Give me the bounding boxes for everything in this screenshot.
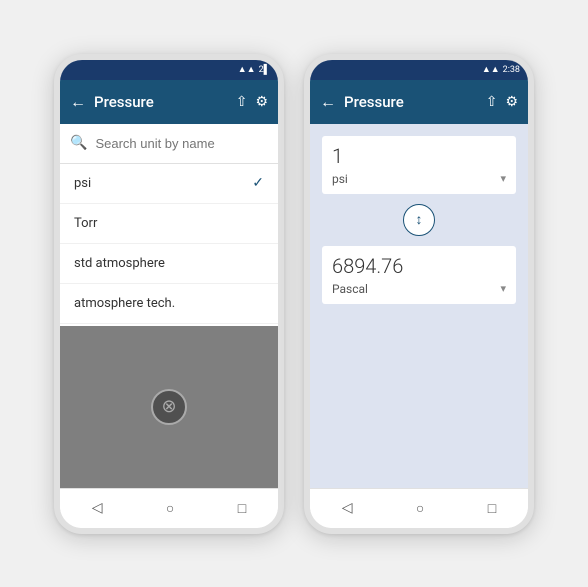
search-icon: 🔍 (70, 135, 87, 151)
right-time: 2:38 (503, 65, 520, 75)
right-share-icon[interactable]: ⇧ (486, 94, 498, 110)
left-phone: ▲▲ 2▌ ← Pressure ⇧ ⚙ 🔍 psi ✓ Torr (54, 54, 284, 534)
right-status-icons: ▲▲ 2:38 (482, 64, 520, 75)
left-share-icon[interactable]: ⇧ (236, 94, 248, 110)
close-button[interactable]: ⊗ (151, 389, 187, 425)
left-action-icons: ⇧ ⚙ (236, 94, 268, 110)
list-item[interactable]: atmosphere tech. (60, 284, 278, 324)
search-bar: 🔍 (60, 124, 278, 164)
left-back-button[interactable]: ← (70, 92, 86, 112)
swap-area: ↕ (322, 204, 516, 236)
left-signal-icon: ▲▲ (238, 64, 256, 75)
left-settings-icon[interactable]: ⚙ (255, 94, 268, 110)
unit-name: atmosphere tech. (74, 296, 175, 311)
input-box: 1 psi ▾ (322, 136, 516, 194)
overlay-dim: ⊗ (60, 326, 278, 488)
list-item[interactable]: Torr (60, 204, 278, 244)
left-recent-button[interactable]: □ (238, 500, 246, 517)
right-action-icons: ⇧ ⚙ (486, 94, 518, 110)
left-status-bar: ▲▲ 2▌ (60, 60, 278, 80)
unit-name: Torr (74, 216, 97, 231)
right-recent-button[interactable]: □ (488, 500, 496, 517)
output-unit-row: Pascal ▾ (332, 282, 506, 296)
right-top-bar: ← Pressure ⇧ ⚙ (310, 80, 528, 124)
input-unit-row: psi ▾ (332, 172, 506, 186)
input-value[interactable]: 1 (332, 144, 506, 168)
right-nav-bar: ◁ ○ □ (310, 488, 528, 528)
list-item[interactable]: std atmosphere (60, 244, 278, 284)
right-home-button[interactable]: ○ (416, 500, 424, 517)
output-box: 6894.76 Pascal ▾ (322, 246, 516, 304)
right-back-button[interactable]: ← (320, 92, 336, 112)
swap-button[interactable]: ↕ (403, 204, 435, 236)
left-nav-bar: ◁ ○ □ (60, 488, 278, 528)
left-time: 2▌ (259, 64, 270, 75)
left-back-nav-button[interactable]: ◁ (92, 500, 103, 516)
left-home-button[interactable]: ○ (166, 500, 174, 517)
unit-name: psi (74, 176, 91, 191)
right-page-title: Pressure (344, 93, 478, 111)
search-input[interactable] (95, 136, 271, 151)
input-unit-label[interactable]: psi (332, 172, 348, 186)
left-status-icons: ▲▲ 2▌ (238, 64, 270, 75)
converter-content: 1 psi ▾ ↕ 6894.76 Pascal ▾ (310, 124, 528, 488)
scene: ▲▲ 2▌ ← Pressure ⇧ ⚙ 🔍 psi ✓ Torr (0, 0, 588, 587)
unit-name: std atmosphere (74, 256, 165, 271)
list-item[interactable]: psi ✓ (60, 164, 278, 204)
right-phone: ▲▲ 2:38 ← Pressure ⇧ ⚙ 1 psi ▾ (304, 54, 534, 534)
right-status-bar: ▲▲ 2:38 (310, 60, 528, 80)
right-signal-icon: ▲▲ (482, 64, 500, 75)
output-value: 6894.76 (332, 254, 506, 278)
left-page-title: Pressure (94, 93, 228, 111)
input-chevron-icon[interactable]: ▾ (500, 172, 506, 185)
output-unit-label[interactable]: Pascal (332, 282, 368, 296)
right-settings-icon[interactable]: ⚙ (505, 94, 518, 110)
right-back-nav-button[interactable]: ◁ (342, 500, 353, 516)
output-chevron-icon[interactable]: ▾ (500, 282, 506, 295)
check-icon: ✓ (252, 175, 264, 191)
unit-list: psi ✓ Torr std atmosphere atmosphere tec… (60, 164, 278, 326)
left-top-bar: ← Pressure ⇧ ⚙ (60, 80, 278, 124)
